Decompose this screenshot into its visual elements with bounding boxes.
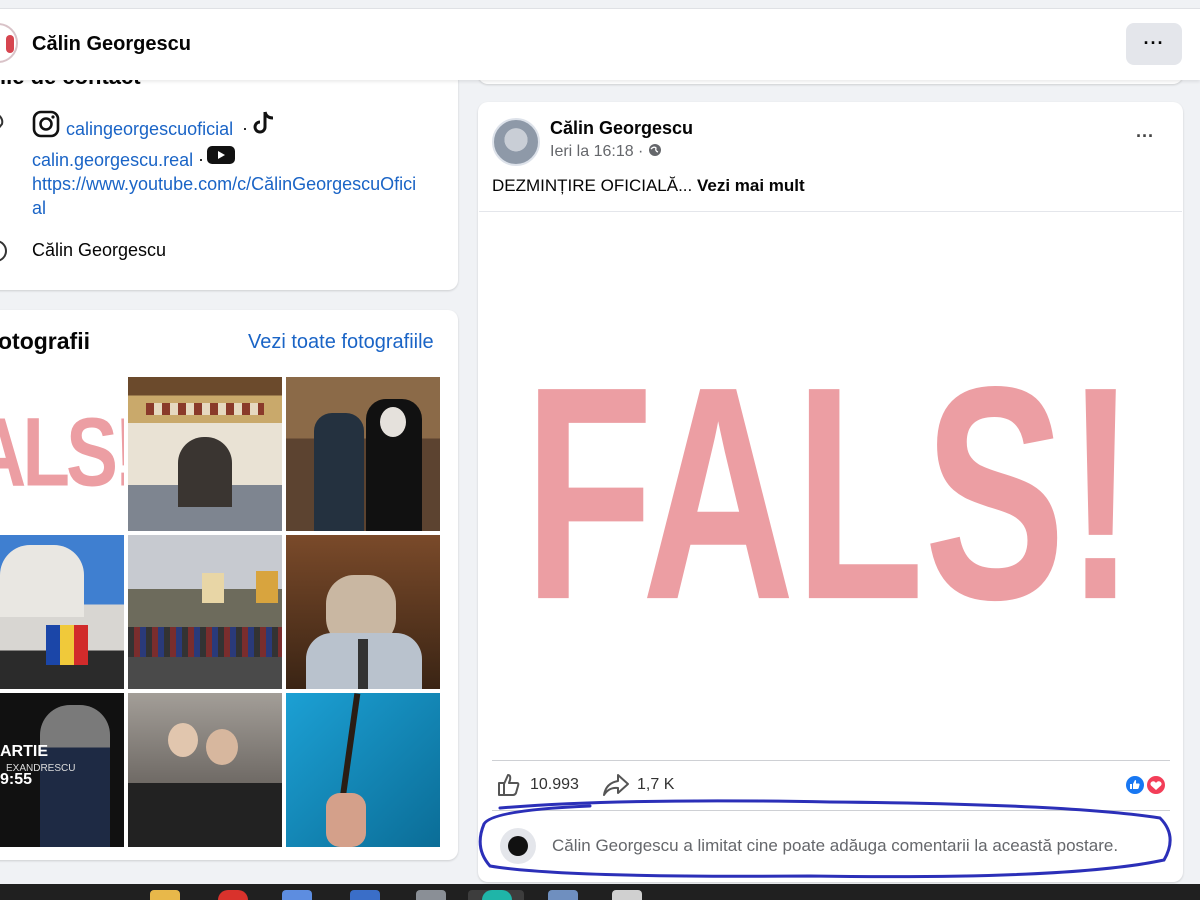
- taskbar-app-icon[interactable]: [218, 890, 248, 900]
- photo-thumbnail[interactable]: ALS!: [0, 377, 124, 531]
- tiktok-icon[interactable]: [252, 110, 276, 136]
- photos-section-title: otografii: [0, 328, 90, 354]
- reactions-divider: [492, 760, 1170, 761]
- photo-thumbnail[interactable]: [286, 377, 440, 531]
- photo-thumbnail[interactable]: ARTIE EXANDRESCU 9:55: [0, 693, 124, 847]
- like-count[interactable]: 10.993: [530, 776, 579, 794]
- post-options-icon[interactable]: ···: [1136, 126, 1154, 147]
- photo-thumbnail[interactable]: [128, 693, 282, 847]
- photo-thumbnail[interactable]: [128, 535, 282, 689]
- fals-graphic: FALS!: [524, 324, 1136, 664]
- more-options-button[interactable]: ···: [1126, 23, 1182, 65]
- taskbar-app-icon[interactable]: [612, 890, 642, 900]
- post-body-text: DEZMINȚIRE OFICIALĂ...: [492, 176, 693, 195]
- instagram-icon[interactable]: [32, 110, 60, 138]
- profile-icon: [0, 240, 7, 262]
- youtube-icon[interactable]: [206, 145, 236, 165]
- post-author-avatar[interactable]: [492, 118, 540, 166]
- taskbar-app-icon[interactable]: [548, 890, 578, 900]
- post-author-name[interactable]: Călin Georgescu: [550, 118, 693, 139]
- photo-text: ALS!: [0, 396, 124, 507]
- photo-text: 9:55: [0, 771, 33, 788]
- taskbar-app-icon[interactable]: [150, 890, 180, 900]
- share-count[interactable]: 1,7 K: [637, 776, 674, 794]
- post-text: DEZMINȚIRE OFICIALĂ... Vezi mai mult: [492, 176, 805, 196]
- photo-thumbnail[interactable]: [0, 535, 124, 689]
- youtube-link-continued[interactable]: al: [32, 198, 46, 219]
- photo-thumbnail[interactable]: [286, 535, 440, 689]
- separator-dot: ·: [198, 149, 204, 169]
- pin-icon: [0, 115, 4, 129]
- page-avatar[interactable]: [0, 23, 18, 63]
- fals-text: FALS!: [524, 324, 1136, 664]
- separator-dot: ·: [242, 118, 248, 138]
- taskbar-app-icon[interactable]: [416, 890, 446, 900]
- taskbar-app-icon[interactable]: [350, 890, 380, 900]
- share-icon[interactable]: [602, 772, 630, 798]
- post-timestamp[interactable]: Ieri la 16:18 ·: [550, 143, 662, 161]
- os-taskbar: [0, 884, 1200, 900]
- globe-icon: [648, 144, 661, 156]
- page-header: Călin Georgescu ···: [0, 8, 1200, 80]
- taskbar-app-icon[interactable]: [282, 890, 312, 900]
- youtube-link[interactable]: https://www.youtube.com/c/CălinGeorgescu…: [32, 174, 416, 195]
- photo-thumbnail[interactable]: [286, 693, 440, 847]
- like-reaction-icon: [1124, 774, 1167, 796]
- like-icon[interactable]: [496, 772, 522, 798]
- see-all-photos-link[interactable]: Vezi toate fotografiile: [248, 331, 434, 354]
- post-time-text[interactable]: Ieri la 16:18 ·: [550, 143, 643, 160]
- see-more-link[interactable]: Vezi mai mult: [697, 176, 805, 195]
- instagram-link[interactable]: calingeorgescuoficial: [66, 119, 233, 140]
- contact-name: Călin Georgescu: [32, 240, 167, 260]
- page-title[interactable]: Călin Georgescu: [32, 33, 191, 56]
- photo-text: ARTIE: [0, 743, 48, 760]
- tiktok-link[interactable]: calin.georgescu.real: [32, 150, 193, 171]
- post-image[interactable]: FALS!: [479, 211, 1182, 761]
- taskbar-app-icon[interactable]: [482, 890, 512, 900]
- photo-thumbnail[interactable]: [128, 377, 282, 531]
- annotation-ellipse: [478, 799, 1172, 879]
